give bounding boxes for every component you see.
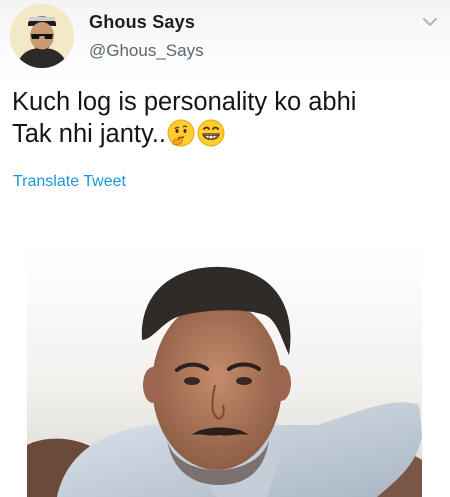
tweet-text: Kuch log is personality ko abhi Tak nhi …: [12, 86, 442, 150]
author-handle[interactable]: @Ghous_Says: [89, 41, 204, 61]
tweet-text-line-1: Kuch log is personality ko abhi: [12, 88, 357, 116]
avatar[interactable]: [10, 4, 74, 68]
tweet-header: Ghous Says @Ghous_Says: [0, 0, 450, 78]
grinning-face-icon: [196, 118, 226, 148]
author-name[interactable]: Ghous Says: [89, 12, 195, 33]
avatar-image: [10, 4, 74, 68]
tweet-text-line-2: Tak nhi janty..: [12, 120, 167, 148]
tweet-card: Ghous Says @Ghous_Says Kuch log is perso…: [0, 0, 450, 497]
tweet-photo[interactable]: [27, 245, 422, 497]
thinking-face-icon: [166, 118, 196, 148]
translate-tweet-link[interactable]: Translate Tweet: [13, 173, 126, 191]
tweet-text-line-2-wrap: Tak nhi janty..: [12, 118, 442, 150]
chevron-down-icon[interactable]: [420, 12, 440, 32]
